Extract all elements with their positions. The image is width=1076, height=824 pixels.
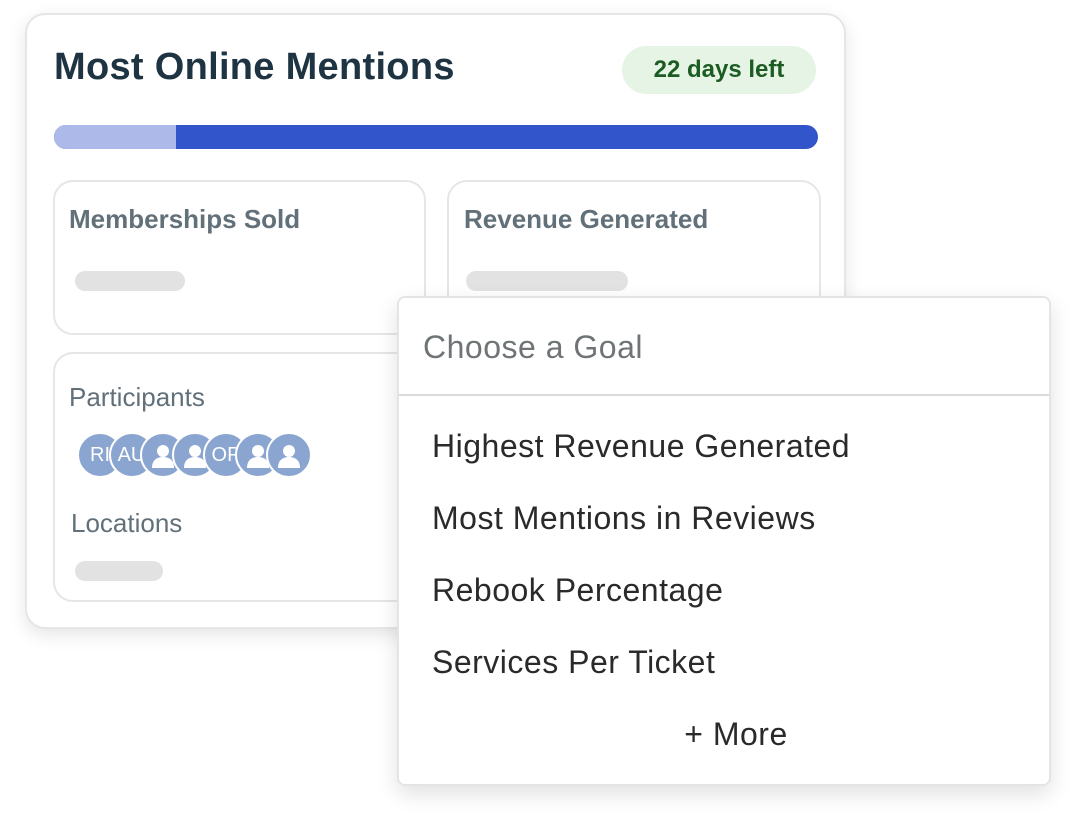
participants-label: Participants [69, 382, 205, 412]
more-goals-button[interactable]: + More [411, 716, 1061, 753]
goal-progress-bar [54, 125, 818, 149]
participants-tile: Participants RI AU OP Locations [53, 352, 426, 602]
revenue-generated-value-placeholder [466, 271, 628, 291]
goal-option-most-mentions[interactable]: Most Mentions in Reviews [432, 500, 816, 537]
participants-avatar-group[interactable]: RI AU OP [77, 432, 337, 480]
goal-dropdown[interactable]: Choose a Goal Highest Revenue Generated … [397, 296, 1051, 786]
goal-option-services-per-ticket[interactable]: Services Per Ticket [432, 644, 715, 681]
memberships-sold-tile: Memberships Sold [53, 180, 426, 335]
days-left-badge: 22 days left [622, 46, 816, 94]
goal-dropdown-header[interactable]: Choose a Goal [399, 298, 1049, 396]
goal-widget-stage: Most Online Mentions 22 days left Member… [0, 0, 1076, 824]
participant-avatar-person-icon[interactable] [266, 432, 312, 478]
goal-option-rebook-percentage[interactable]: Rebook Percentage [432, 572, 723, 609]
memberships-sold-label: Memberships Sold [69, 204, 301, 234]
memberships-sold-value-placeholder [75, 271, 185, 291]
goal-option-highest-revenue[interactable]: Highest Revenue Generated [432, 428, 850, 465]
person-icon [278, 445, 300, 468]
locations-value-placeholder [75, 561, 163, 581]
participant-avatar-initials: RI [90, 443, 110, 466]
card-title: Most Online Mentions [54, 46, 455, 88]
revenue-generated-label: Revenue Generated [464, 204, 709, 234]
choose-goal-placeholder[interactable]: Choose a Goal [423, 329, 643, 366]
goal-progress-fill [54, 125, 177, 149]
locations-label: Locations [71, 508, 183, 538]
